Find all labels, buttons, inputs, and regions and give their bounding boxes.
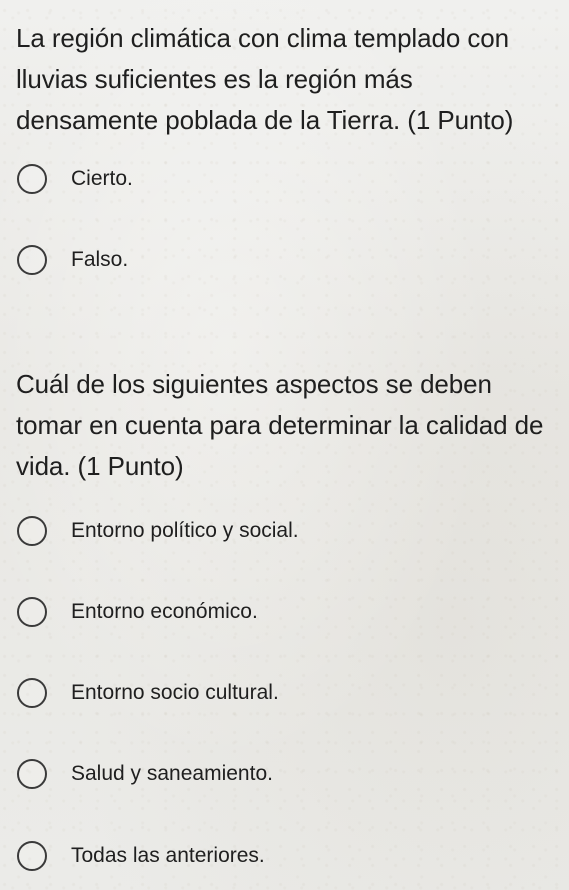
radio-button[interactable]	[17, 597, 47, 627]
option-label: Entorno político y social.	[71, 519, 299, 542]
option-label: Falso.	[71, 248, 129, 271]
radio-button[interactable]	[17, 245, 47, 275]
option-label: Salud y saneamiento.	[71, 762, 273, 785]
question-2-text: Cuál de los siguientes aspectos se deben…	[16, 369, 544, 481]
option-label: Todas las anteriores.	[71, 844, 265, 867]
radio-button[interactable]	[17, 759, 47, 789]
question-2-option-todas[interactable]: Todas las anteriores.	[17, 836, 265, 876]
question-2-option-economico[interactable]: Entorno económico.	[17, 592, 258, 632]
option-label: Entorno socio cultural.	[71, 681, 279, 704]
radio-button[interactable]	[17, 841, 47, 871]
question-1-option-cierto[interactable]: Cierto.	[17, 159, 133, 199]
question-2-option-socio-cultural[interactable]: Entorno socio cultural.	[17, 673, 279, 713]
option-label: Cierto.	[71, 167, 133, 190]
radio-button[interactable]	[17, 164, 47, 194]
question-1-text: La región climática con clima templado c…	[16, 23, 514, 135]
question-2-option-politico-social[interactable]: Entorno político y social.	[17, 511, 299, 551]
radio-button[interactable]	[17, 516, 47, 546]
question-1-option-falso[interactable]: Falso.	[17, 240, 128, 280]
radio-button[interactable]	[17, 678, 47, 708]
question-2-option-salud-saneamiento[interactable]: Salud y saneamiento.	[17, 754, 273, 794]
option-label: Entorno económico.	[71, 600, 258, 623]
